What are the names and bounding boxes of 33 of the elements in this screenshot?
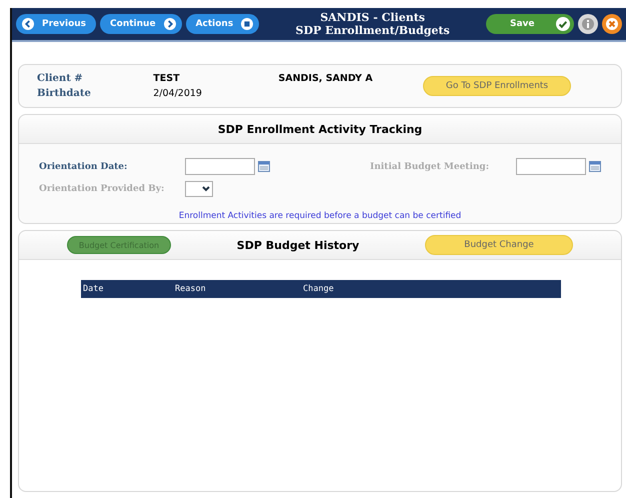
client-number-label: Client # <box>37 73 84 84</box>
window-title: SANDIS - Clients <box>319 11 426 24</box>
requirement-note: Enrollment Activities are required before a budget can be certified <box>178 211 462 221</box>
info-button[interactable] <box>578 14 598 34</box>
chevron-right-icon <box>164 18 176 30</box>
panel-title: SDP Enrollment Activity Tracking <box>218 122 422 136</box>
column-header: Reason <box>174 284 207 294</box>
client-number: TEST <box>153 73 181 84</box>
info-icon <box>582 18 594 30</box>
enrollments-button[interactable]: Go To SDP Enrollments <box>423 76 571 96</box>
column-header: Date <box>82 284 104 294</box>
checkmark-icon <box>556 17 570 31</box>
field-label: Initial Budget Meeting: <box>370 162 490 172</box>
calendar-icon[interactable] <box>589 161 601 172</box>
budget-change-button[interactable]: Budget Change <box>425 235 573 255</box>
calendar-icon[interactable] <box>258 161 270 172</box>
birthdate-value: 2/04/2019 <box>153 88 203 99</box>
nav-button[interactable]: Previous <box>16 14 96 34</box>
date-field[interactable] <box>185 158 255 175</box>
client-name: SANDIS, SANDY A <box>278 73 374 84</box>
panel-title: SDP Budget History <box>236 238 360 252</box>
window-subtitle: SDP Enrollment/Budgets <box>294 24 451 37</box>
field-label: Orientation Date: <box>39 162 128 172</box>
menu-icon <box>241 18 254 30</box>
save-button[interactable]: Save <box>486 14 574 34</box>
close-icon <box>606 18 618 30</box>
field-label: Orientation Provided By: <box>39 184 166 194</box>
chevron-left-icon <box>22 18 34 30</box>
birthdate-label: Birthdate <box>37 88 92 99</box>
nav-button[interactable]: Continue <box>100 14 182 34</box>
column-header: Change <box>302 284 335 294</box>
nav-button[interactable]: Actions <box>186 14 260 34</box>
close-button[interactable] <box>602 14 622 34</box>
